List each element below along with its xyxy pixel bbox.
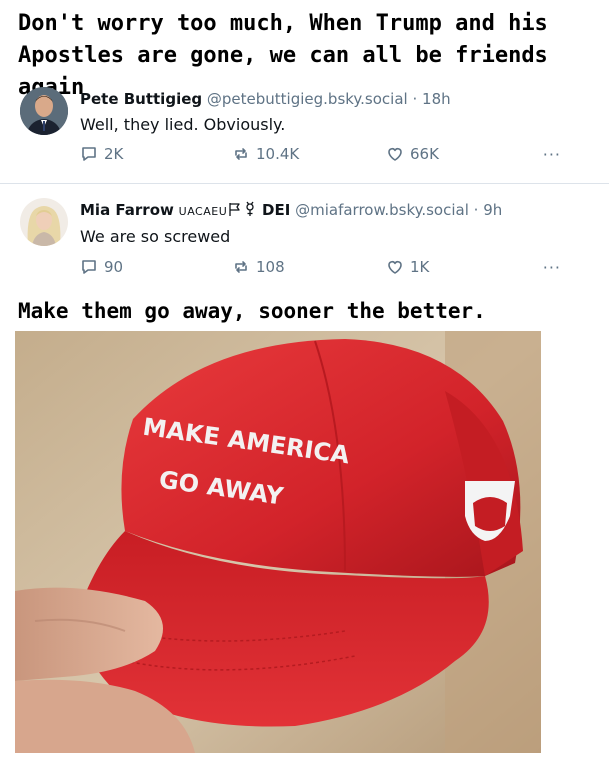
post-card[interactable]: Mia Farrow UACAEU DEI @miafarrow.bsky.so… — [0, 186, 609, 286]
post-divider — [0, 183, 609, 184]
author-handle[interactable]: @petebuttigieg.bsky.social — [207, 90, 408, 108]
post-actions: 90 108 1K ··· — [80, 258, 560, 280]
author-name[interactable]: Pete Buttigieg — [80, 90, 202, 108]
author-name-extra: UACAEU — [178, 205, 228, 218]
post-time: · 18h — [412, 90, 451, 108]
badge-text: DEI — [262, 201, 291, 219]
post-text: Well, they lied. Obviously. — [80, 115, 286, 134]
reply-icon — [80, 145, 98, 163]
repost-count: 10.4K — [256, 145, 300, 163]
like-count: 66K — [410, 145, 439, 163]
more-options-icon[interactable]: ··· — [543, 145, 561, 164]
post-time: · 9h — [473, 201, 503, 219]
more-options-icon[interactable]: ··· — [543, 258, 561, 277]
meme-caption-bottom: Make them go away, sooner the better. — [18, 299, 486, 323]
reply-button[interactable]: 2K — [80, 145, 123, 163]
avatar[interactable] — [20, 87, 68, 135]
post-header: Mia Farrow UACAEU DEI @miafarrow.bsky.so… — [80, 200, 502, 222]
repost-icon — [232, 145, 250, 163]
author-handle[interactable]: @miafarrow.bsky.social — [295, 201, 469, 219]
avatar[interactable] — [20, 198, 68, 246]
cap-photo: MAKE AMERICA GO AWAY — [15, 331, 541, 753]
repost-button[interactable]: 10.4K — [232, 145, 299, 163]
post-header: Pete Buttigieg @petebuttigieg.bsky.socia… — [80, 89, 451, 109]
like-button[interactable]: 1K — [386, 258, 429, 276]
like-button[interactable]: 66K — [386, 145, 439, 163]
flag-icon — [227, 201, 243, 222]
gender-symbol-icon — [243, 201, 257, 222]
reply-count: 2K — [104, 145, 124, 163]
repost-count: 108 — [256, 258, 285, 276]
reply-count: 90 — [104, 258, 124, 276]
reply-icon — [80, 258, 98, 276]
caption-line-1: Don't worry too much, When Trump and his — [18, 11, 548, 36]
reply-button[interactable]: 90 — [80, 258, 123, 276]
repost-button[interactable]: 108 — [232, 258, 285, 276]
post-actions: 2K 10.4K 66K ··· — [80, 145, 560, 167]
post-text: We are so screwed — [80, 227, 231, 246]
post-card[interactable]: Pete Buttigieg @petebuttigieg.bsky.socia… — [0, 80, 609, 182]
like-count: 1K — [410, 258, 430, 276]
repost-icon — [232, 258, 250, 276]
author-name[interactable]: Mia Farrow — [80, 201, 174, 219]
heart-icon — [386, 258, 404, 276]
heart-icon — [386, 145, 404, 163]
